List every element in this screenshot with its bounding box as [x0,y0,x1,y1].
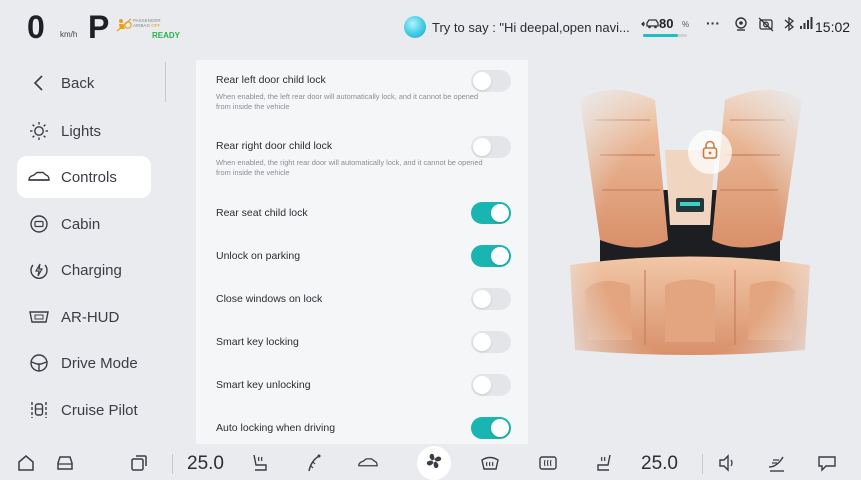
sidebar-item-label: Cabin [61,215,101,233]
sidebar: Back Lights Controls Cabin Charging AR-H… [17,60,167,440]
battery-car-icon [641,18,659,33]
toggle-knob [491,419,509,437]
toggle-knob [491,247,509,265]
rear-defrost-icon[interactable] [537,452,559,474]
airbag-state: OFF [151,23,161,28]
battery-unit: % [682,20,690,29]
sidebar-item-label: Controls [61,168,117,186]
driver-monitor-icon [733,16,749,35]
battery-status: 80 % [641,16,699,40]
car-outline-icon[interactable] [357,452,379,474]
setting-title: Rear seat child lock [216,207,308,219]
toggle-knob [473,333,491,351]
sidebar-item-label: Drive Mode [61,354,138,372]
hud-icon [17,309,61,325]
airbag-line2: AIRBAG [133,23,151,28]
setting-title: Unlock on parking [216,250,301,262]
gear-indicator: P [88,9,110,45]
airbag-status: PASSENGER AIRBAG OFF [133,18,169,28]
sidebar-item-label: Cruise Pilot [61,401,138,419]
toggle-knob [473,138,491,156]
apps-icon[interactable] [128,452,150,474]
settings-panel: Rear left door child lock When enabled, … [196,60,528,444]
right-temperature[interactable]: 25.0 [641,453,678,475]
sidebar-item-controls[interactable]: Controls [17,156,151,198]
front-defrost-icon[interactable] [479,452,501,474]
fan-button[interactable] [417,446,451,480]
car-icon [17,170,61,184]
sidebar-item-cabin[interactable]: Cabin [17,203,151,245]
charging-icon [17,260,61,280]
sidebar-item-label: AR-HUD [61,308,120,326]
passenger-airbag-icon [116,18,132,32]
smart-key-unlocking-toggle[interactable] [471,374,511,396]
smart-key-locking-toggle[interactable] [471,331,511,353]
child-lock-badge [688,130,732,174]
bluetooth-icon [783,16,795,35]
sidebar-item-ar-hud[interactable]: AR-HUD [17,296,151,338]
car-interior-image [540,60,840,440]
clock: 15:02 [815,19,851,35]
setting-title: Close windows on lock [216,293,323,305]
left-temperature[interactable]: 25.0 [187,453,224,475]
fan-icon [424,451,444,476]
rear-seat-child-lock-toggle[interactable] [471,202,511,224]
setting-title: Rear right door child lock [216,140,333,152]
battery-bar-fill [643,34,679,37]
message-icon[interactable] [816,452,838,474]
chevron-left-icon [17,74,61,92]
speed-readout: 0 [27,9,45,45]
toggle-knob [491,204,509,222]
steering-wheel-icon [17,353,61,373]
auto-locking-when-driving-toggle[interactable] [471,417,511,439]
car-icon[interactable] [54,452,76,474]
setting-title: Smart key locking [216,336,299,348]
lock-icon [701,140,719,165]
sidebar-item-charging[interactable]: Charging [17,249,151,291]
home-icon[interactable] [15,452,37,474]
voice-assistant-icon[interactable] [404,16,426,38]
ready-indicator: READY [152,31,181,40]
sidebar-item-label: Charging [61,261,122,279]
bottom-dock: 25.0 25.0 [0,444,861,480]
rear-right-child-lock-toggle[interactable] [471,136,511,158]
cruise-pilot-icon [17,400,61,420]
dock-separator [172,454,173,474]
toggle-knob [473,290,491,308]
sidebar-item-cruise-pilot[interactable]: Cruise Pilot [17,389,151,431]
volume-icon[interactable] [716,452,738,474]
unlock-on-parking-toggle[interactable] [471,245,511,267]
toggle-knob [473,376,491,394]
sidebar-item-label: Back [61,74,95,92]
close-windows-on-lock-toggle[interactable] [471,288,511,310]
setting-description: When enabled, the right rear door will a… [216,158,483,177]
sidebar-item-drive-mode[interactable]: Drive Mode [17,342,151,384]
battery-bar [643,34,687,37]
lights-icon [17,121,61,141]
sidebar-item-label: Lights [61,122,102,140]
camera-off-icon [758,16,774,35]
airflow-icon[interactable] [766,452,788,474]
rear-left-child-lock-toggle[interactable] [471,70,511,92]
setting-title: Auto locking when driving [216,422,336,434]
sidebar-item-lights[interactable]: Lights [17,110,151,152]
status-bar: 0 km/h P PASSENGER AIRBAG OFF READY Try … [0,0,861,54]
seat-heat-icon[interactable] [249,452,271,474]
sidebar-item-back[interactable]: Back [17,62,151,104]
setting-title: Smart key unlocking [216,379,311,391]
wiper-icon[interactable] [303,452,325,474]
toggle-knob [473,72,491,90]
speed-unit: km/h [60,30,78,39]
setting-title: Rear left door child lock [216,74,326,86]
more-icon[interactable]: ··· [706,15,720,31]
seat-heat-right-icon[interactable] [593,452,615,474]
battery-percent: 80 [659,16,674,31]
cabin-icon [17,214,61,234]
voice-assistant-hint[interactable]: Try to say : "Hi deepal,open navi... [432,20,630,35]
dock-separator [702,454,703,474]
signal-icon [799,16,813,33]
setting-description: When enabled, the left rear door will au… [216,92,479,111]
